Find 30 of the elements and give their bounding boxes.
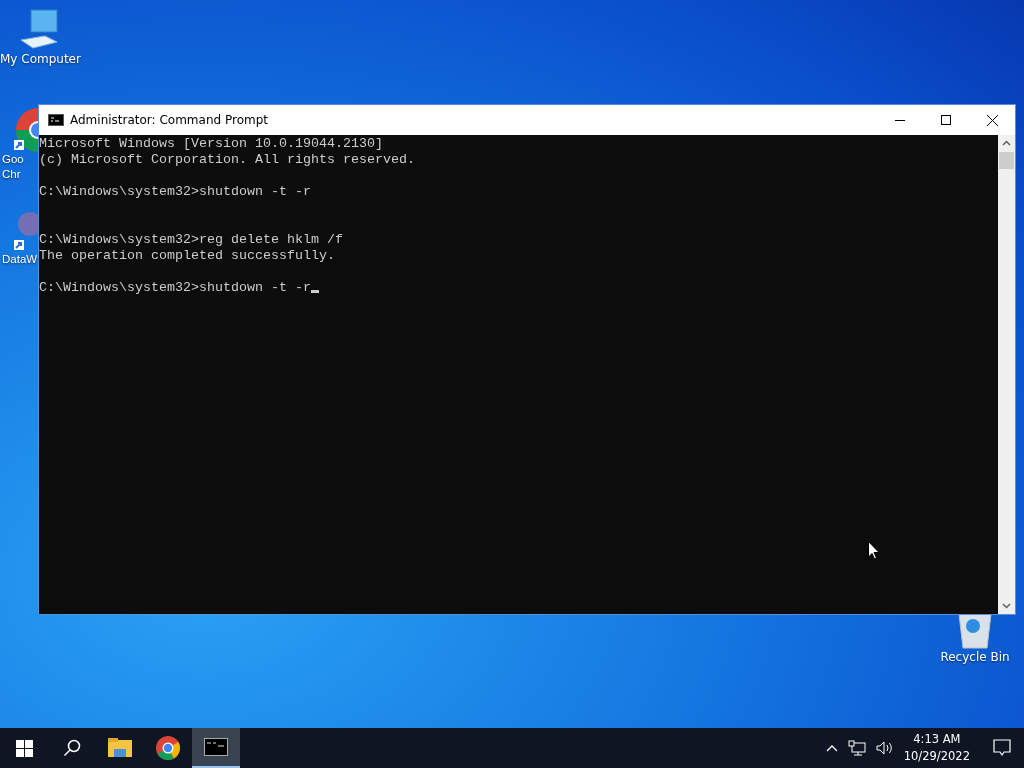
window-title: Administrator: Command Prompt — [70, 113, 268, 127]
icon-label: Chr — [1, 167, 22, 182]
console-line: The operation completed successfully. — [39, 248, 336, 264]
date-text: 10/29/2022 — [903, 748, 970, 765]
network-icon[interactable] — [847, 740, 866, 756]
scrollbar[interactable] — [998, 135, 1015, 614]
mouse-pointer-icon — [868, 541, 880, 560]
console-icon — [48, 114, 64, 126]
chevron-up-icon[interactable] — [825, 744, 838, 752]
console-icon — [204, 738, 228, 756]
chrome-icon — [156, 736, 180, 760]
folder-icon — [108, 738, 132, 758]
console-line: C:\Windows\system32>shutdown -t -r — [39, 184, 312, 200]
icon-label: DataW — [1, 252, 38, 267]
console-button[interactable] — [192, 728, 240, 768]
console-line: Microsoft Windows [Version 10.0.19044.2130] — [39, 136, 384, 152]
maximize-icon — [941, 115, 951, 125]
console-line: C:\Windows\system32>reg delete hklm /f — [39, 232, 344, 248]
console-line: C:\Windows\system32>shutdown -t -r — [39, 280, 998, 296]
icon-label: Goo — [1, 152, 25, 167]
search-icon — [63, 739, 81, 757]
clock[interactable]: 4:13 AM 10/29/2022 — [903, 731, 970, 765]
speaker-icon[interactable] — [875, 741, 893, 755]
close-icon — [986, 114, 998, 126]
scroll-thumb[interactable] — [999, 152, 1014, 169]
icon-label: Recycle Bin — [939, 650, 1011, 665]
time-text: 4:13 AM — [913, 731, 961, 748]
windows-logo-icon — [15, 739, 33, 757]
console-line: (c) Microsoft Corporation. All rights reserved. — [39, 152, 416, 168]
speech-bubble-icon — [993, 739, 1011, 757]
